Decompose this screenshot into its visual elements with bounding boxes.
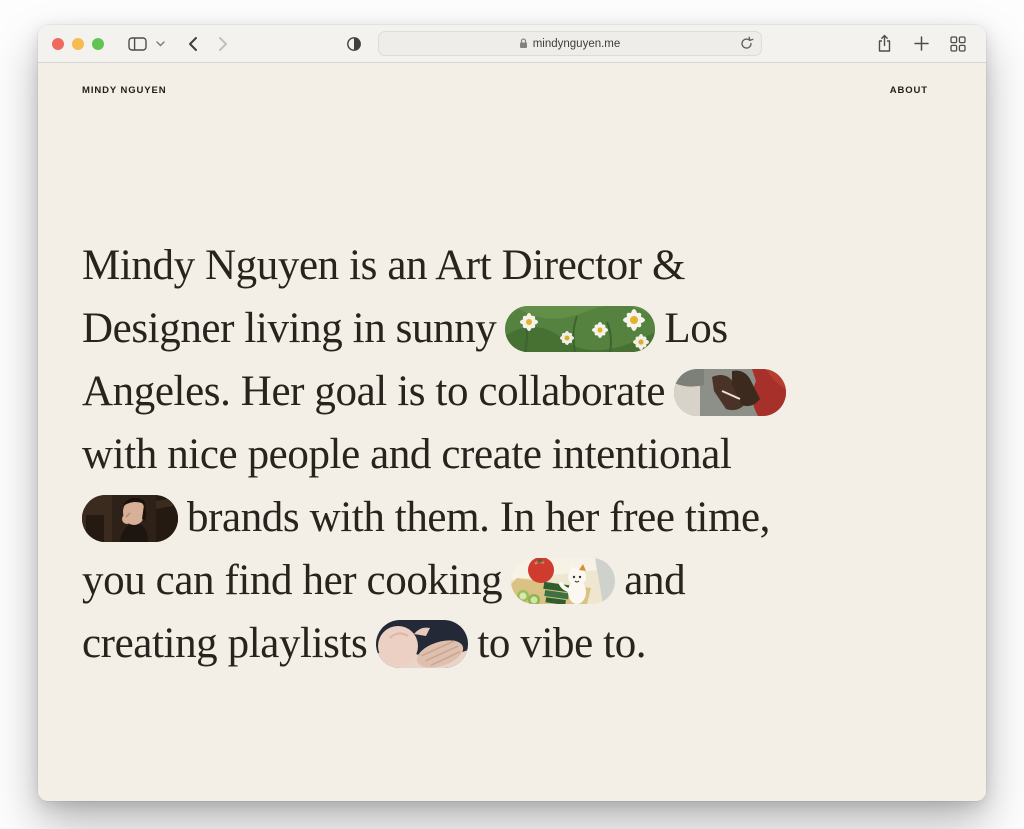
new-tab-icon[interactable]: [912, 34, 931, 53]
tab-overview-icon[interactable]: [948, 34, 968, 54]
hero-text-segment: and: [624, 557, 686, 604]
hero-text-segment: to vibe to.: [477, 620, 647, 667]
nav-link-about[interactable]: ABOUT: [890, 85, 928, 96]
hero-text-segment: you can find her cooking: [82, 557, 503, 604]
site-header: MINDY NGUYEN ABOUT: [38, 63, 986, 96]
hero-line: brands with them. In her free time,: [82, 486, 986, 549]
url-text: mindynguyen.me: [532, 37, 621, 50]
hero-text-segment: brands with them. In her free time,: [187, 494, 771, 541]
sidebar-toggle-icon[interactable]: [126, 35, 149, 53]
forward-icon[interactable]: [216, 34, 231, 54]
chef-kiss-photo: [82, 494, 178, 542]
hero-text-segment: Angeles. Her goal is to collaborate: [82, 368, 666, 415]
minimize-button[interactable]: [72, 37, 84, 50]
zoom-button[interactable]: [92, 37, 104, 50]
arm-wrestle-photo: [674, 368, 787, 416]
hero-line: Mindy Nguyen is an Art Director &: [82, 234, 986, 297]
lock-icon: [519, 38, 528, 49]
close-button[interactable]: [52, 37, 64, 50]
browser-toolbar: mindynguyen.me: [38, 25, 986, 63]
browser-window: mindynguyen.me MINDY NGUYEN ABOUT Mindy …: [38, 25, 986, 801]
hero-text-segment: Los: [664, 305, 728, 352]
hero-line: you can find her cooking and: [82, 549, 986, 612]
share-icon[interactable]: [874, 32, 895, 55]
address-bar[interactable]: mindynguyen.me: [377, 31, 762, 56]
site-logo[interactable]: MINDY NGUYEN: [82, 85, 167, 96]
back-icon[interactable]: [185, 34, 200, 54]
hero-line: Designer living in sunny Los: [82, 297, 986, 360]
hero-line: creating playlists to vibe to.: [82, 612, 986, 675]
reload-icon[interactable]: [739, 36, 754, 54]
chevron-down-icon[interactable]: [154, 39, 167, 49]
privacy-shield-icon[interactable]: [344, 34, 364, 54]
hero-text-segment: with nice people and create intentional: [82, 431, 732, 478]
daisies-photo: [505, 306, 656, 353]
hero-line: Angeles. Her goal is to collaborate: [82, 360, 986, 423]
hero-text-segment: Designer living in sunny: [82, 305, 497, 352]
hero-text: Mindy Nguyen is an Art Director & Design…: [82, 234, 986, 675]
hero-text-segment: Mindy Nguyen is an Art Director &: [82, 242, 686, 289]
hero-line: with nice people and create intentional: [82, 423, 986, 486]
hero-text-segment: creating playlists: [82, 620, 368, 667]
hands-photo: [376, 620, 469, 669]
page-content: MINDY NGUYEN ABOUT Mindy Nguyen is an Ar…: [38, 63, 986, 800]
cooking-illustration: [511, 558, 616, 605]
traffic-lights: [52, 37, 104, 50]
